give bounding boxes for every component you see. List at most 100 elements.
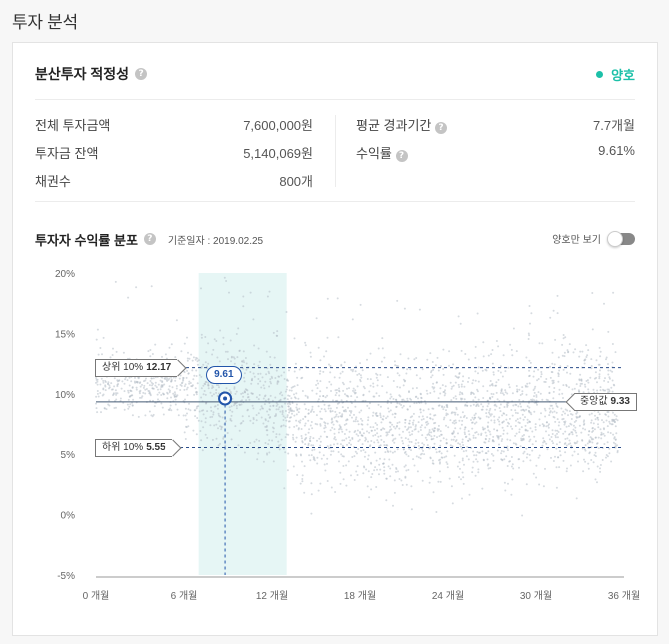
scatter-point	[302, 418, 305, 420]
scatter-point	[333, 428, 336, 431]
scatter-point	[401, 484, 404, 486]
scatter-point	[255, 419, 258, 422]
scatter-point	[607, 431, 610, 434]
scatter-point	[141, 383, 143, 386]
base-date: 기준일자 : 2019.02.25	[167, 235, 264, 247]
question-icon[interactable]: ?	[135, 68, 148, 80]
scatter-point	[170, 409, 173, 412]
scatter-point	[412, 423, 415, 426]
scatter-point	[385, 499, 388, 502]
lower-10-tag: 하위 10% 5.55	[95, 438, 172, 457]
scatter-point	[389, 450, 392, 453]
scatter-point	[554, 429, 557, 432]
question-icon[interactable]: ?	[143, 233, 156, 245]
scatter-point	[96, 380, 99, 383]
scatter-point	[341, 406, 344, 409]
scatter-point	[249, 419, 252, 422]
scatter-point	[568, 386, 570, 389]
scatter-point	[259, 408, 262, 411]
scatter-point	[127, 389, 130, 392]
scatter-point	[234, 392, 237, 395]
scatter-point	[217, 444, 220, 447]
scatter-point	[518, 399, 521, 401]
scatter-point	[163, 383, 166, 386]
scatter-point	[286, 402, 289, 405]
scatter-point	[176, 408, 179, 411]
scatter-point	[326, 480, 329, 482]
scatter-point	[445, 424, 447, 427]
scatter-point	[546, 448, 549, 451]
scatter-point	[296, 376, 299, 379]
scatter-point	[602, 421, 605, 424]
scatter-point	[552, 442, 555, 445]
scatter-point	[406, 368, 409, 371]
scatter-point	[356, 385, 359, 388]
question-icon[interactable]: ?	[435, 122, 447, 134]
scatter-point	[258, 360, 261, 363]
good-only-toggle[interactable]	[607, 230, 635, 247]
scatter-point	[594, 451, 597, 454]
scatter-point	[375, 372, 378, 375]
scatter-point	[150, 285, 153, 288]
x-tick-label: 0 개월	[83, 590, 110, 602]
scatter-point	[429, 413, 432, 416]
scatter-point	[482, 341, 485, 344]
question-icon[interactable]: ?	[395, 150, 408, 162]
scatter-point	[352, 420, 355, 423]
scatter-point	[359, 380, 362, 383]
scatter-point	[335, 406, 338, 409]
scatter-point	[502, 429, 505, 432]
scatter-point	[124, 378, 127, 381]
scatter-point	[387, 451, 390, 453]
scatter-point	[534, 426, 537, 429]
scatter-point	[389, 467, 392, 470]
scatter-point	[583, 458, 585, 461]
scatter-point	[591, 328, 594, 331]
scatter-point	[528, 440, 531, 443]
scatter-point	[341, 413, 344, 416]
scatter-point	[476, 388, 479, 391]
stat-label: 수익률	[356, 146, 392, 161]
scatter-point	[565, 383, 568, 386]
scatter-point	[357, 434, 360, 437]
scatter-point	[437, 480, 440, 483]
scatter-point	[263, 403, 266, 406]
scatter-point	[279, 410, 282, 413]
scatter-point	[459, 443, 461, 446]
scatter-point	[283, 378, 286, 380]
scatter-point	[393, 491, 396, 494]
scatter-point	[457, 315, 460, 318]
stat-label: 평균 경과기간	[356, 118, 432, 133]
scatter-point	[476, 312, 479, 315]
scatter-point	[488, 437, 491, 440]
scatter-point	[114, 389, 117, 392]
scatter-point	[405, 372, 408, 375]
scatter-point	[157, 383, 160, 386]
scatter-point	[600, 433, 602, 436]
scatter-point	[454, 440, 457, 443]
scatter-point	[532, 375, 535, 378]
scatter-point	[257, 347, 260, 350]
scatter-point	[446, 413, 449, 416]
scatter-point	[585, 344, 588, 347]
scatter-point	[393, 416, 396, 419]
scatter-point	[134, 376, 136, 379]
scatter-point	[351, 416, 353, 419]
scatter-point	[284, 416, 287, 419]
scatter-point	[310, 482, 313, 485]
scatter-point	[395, 467, 398, 469]
scatter-point	[612, 291, 615, 294]
scatter-point	[571, 433, 574, 436]
scatter-point	[370, 440, 373, 442]
scatter-point	[395, 470, 397, 473]
scatter-point	[310, 444, 313, 447]
scatter-point	[238, 350, 241, 352]
scatter-point	[340, 428, 343, 431]
scatter-point	[376, 468, 378, 471]
my-return-bubble: 9.61	[206, 365, 242, 384]
scatter-point	[107, 382, 109, 385]
scatter-point	[269, 363, 272, 366]
scatter-point	[407, 468, 410, 471]
scatter-point	[168, 409, 171, 411]
scatter-point	[578, 424, 581, 427]
